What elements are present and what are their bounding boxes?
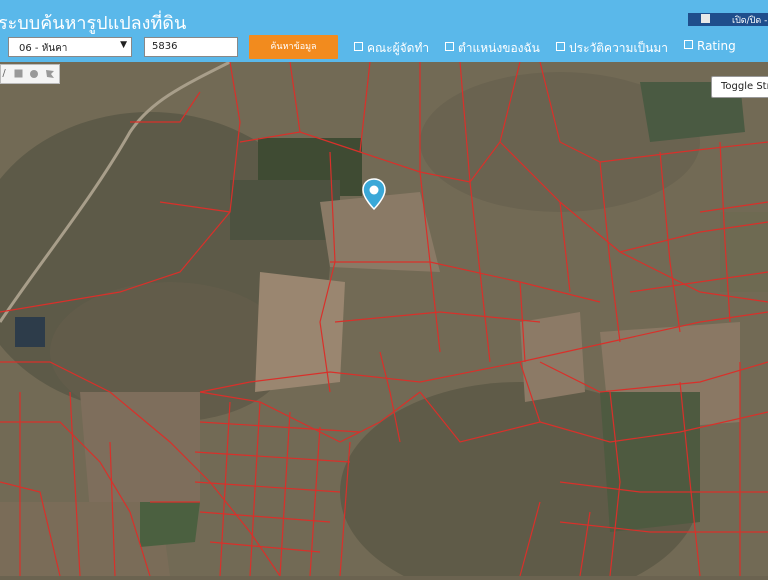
location-marker-icon[interactable]: [362, 178, 386, 214]
district-select[interactable]: 06 - หันคา ▼: [8, 37, 132, 57]
team-checkbox-icon: [354, 42, 363, 51]
nav-team-label: คณะผู้จัดทำ: [367, 41, 430, 55]
nav-my-location[interactable]: ตำแหน่งของฉัน: [445, 39, 540, 58]
nav-rating[interactable]: Rating: [684, 39, 736, 53]
draw-toolbar: /: [0, 64, 60, 84]
satellite-map[interactable]: [0, 60, 768, 580]
nav-rating-label: Rating: [697, 39, 736, 53]
app-title: ระบบค้นหารูปแปลงที่ดิน: [0, 13, 187, 34]
history-checkbox-icon: [556, 42, 565, 51]
top-bar: ระบบค้นหารูปแปลงที่ดิน เปิด/ปิด - U 06 -…: [0, 0, 768, 62]
search-button[interactable]: ค้นหาข้อมูล: [249, 35, 338, 59]
nav-my-location-label: ตำแหน่งของฉัน: [458, 41, 540, 55]
location-checkbox-icon: [445, 42, 454, 51]
toggle-street-button[interactable]: Toggle Street: [711, 76, 768, 98]
polygon-tool-icon[interactable]: [45, 69, 55, 79]
overlay-toggle[interactable]: เปิด/ปิด - U: [688, 13, 768, 26]
circle-tool-icon[interactable]: [29, 69, 39, 79]
nav-history[interactable]: ประวัติความเป็นมา: [556, 39, 668, 58]
parcel-number-input[interactable]: 5836: [144, 37, 238, 57]
chevron-down-icon: ▼: [120, 40, 127, 50]
line-tool-icon[interactable]: /: [0, 69, 9, 79]
district-selected-value: 06 - หันคา: [19, 43, 68, 54]
rectangle-tool-icon[interactable]: [13, 69, 23, 79]
toggle-checkbox[interactable]: [701, 14, 710, 23]
rating-checkbox-icon: [684, 40, 693, 49]
nav-team[interactable]: คณะผู้จัดทำ: [354, 39, 429, 58]
toggle-label: เปิด/ปิด - U: [732, 16, 768, 26]
nav-history-label: ประวัติความเป็นมา: [569, 41, 669, 55]
map-canvas: [0, 60, 768, 580]
